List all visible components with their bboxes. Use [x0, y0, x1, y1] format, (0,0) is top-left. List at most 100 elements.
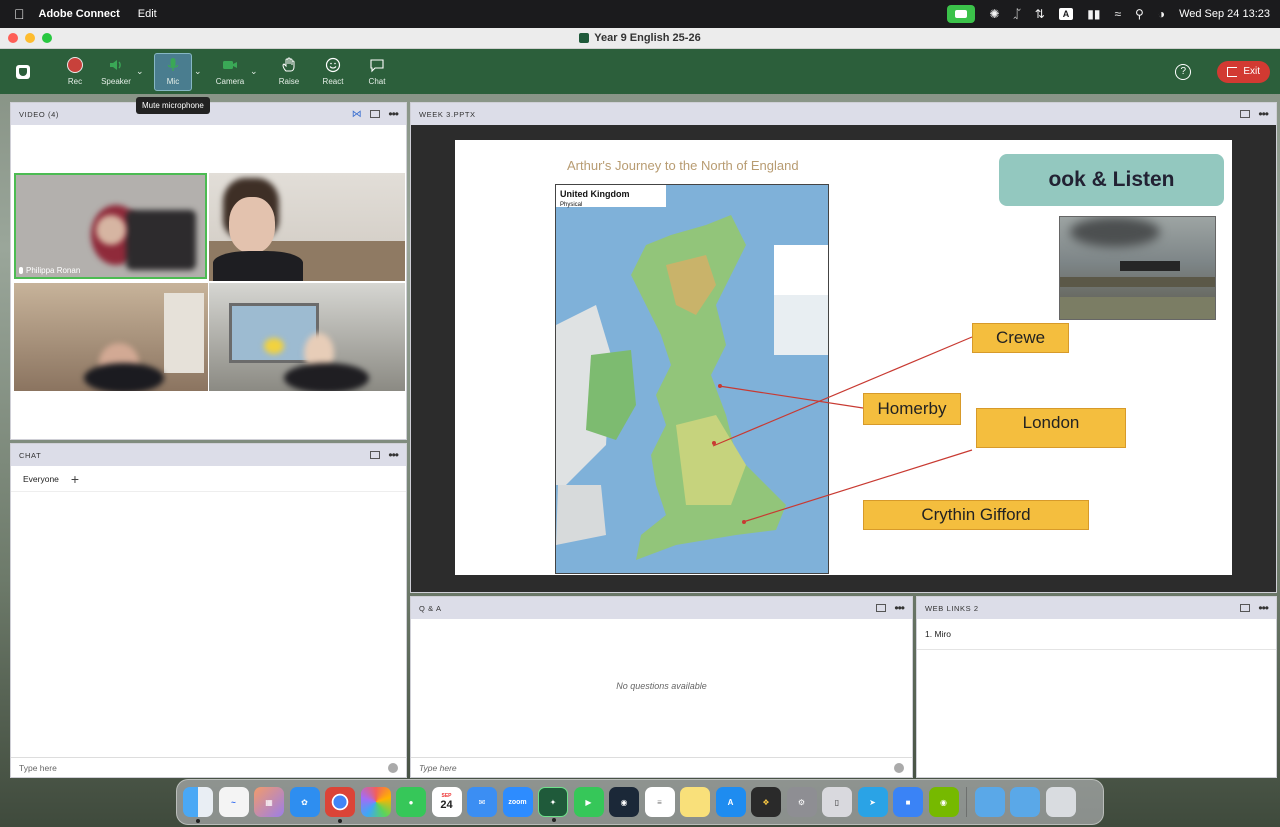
more-options-icon[interactable]: •••: [388, 108, 399, 120]
messages-icon[interactable]: ●: [396, 787, 426, 817]
place-label-homerby: Homerby: [863, 393, 961, 425]
telegram-icon[interactable]: ➤: [857, 787, 888, 817]
exit-button[interactable]: Exit: [1217, 60, 1270, 83]
menu-item-edit[interactable]: Edit: [138, 8, 157, 20]
more-options-icon[interactable]: •••: [1258, 602, 1269, 614]
notes-icon[interactable]: [680, 787, 710, 817]
share-pod-header: WEEK 3.PPTX •••: [411, 103, 1276, 125]
reminders-icon[interactable]: ≡: [644, 787, 675, 817]
mic-button[interactable]: Mic: [154, 52, 192, 91]
chat-pod-header: CHAT •••: [11, 444, 406, 466]
video-tile[interactable]: [14, 283, 208, 391]
add-chat-tab-button[interactable]: +: [71, 471, 79, 487]
chrome-icon[interactable]: [325, 787, 355, 823]
trash-icon[interactable]: [1045, 787, 1076, 817]
chat-pod: CHAT ••• Everyone + Type here: [10, 443, 407, 778]
more-options-icon[interactable]: •••: [894, 602, 905, 614]
qa-pod: Q & A ••• No questions available Type he…: [410, 596, 913, 778]
battery-icon[interactable]: ▮▮: [1087, 7, 1100, 21]
dock-separator: [966, 787, 967, 817]
video-tile[interactable]: [209, 283, 405, 391]
question-input[interactable]: Type here: [411, 757, 912, 777]
launchpad-icon[interactable]: ▦: [254, 787, 284, 817]
mail-icon[interactable]: ✉: [467, 787, 497, 817]
meeting-toolbar: Rec Speaker ⌄ Mic ⌄ Camera ⌄ Raise React…: [0, 49, 1280, 94]
camera-options-chevron-icon[interactable]: ⌄: [250, 66, 262, 77]
iphone-mirroring-icon[interactable]: ▯: [822, 787, 852, 817]
react-button[interactable]: React: [312, 53, 354, 91]
menu-bar-clock[interactable]: Wed Sep 24 13:23: [1179, 8, 1270, 20]
app-menu-name[interactable]: Adobe Connect: [39, 8, 120, 20]
game-center-icon[interactable]: ❖: [751, 787, 781, 817]
chat-tabs: Everyone +: [11, 466, 406, 492]
app-store-icon[interactable]: A: [715, 787, 746, 817]
camera-button[interactable]: Camera: [212, 53, 248, 91]
fullscreen-icon[interactable]: [876, 604, 887, 612]
freeform-icon[interactable]: ~: [218, 787, 249, 817]
finder-icon[interactable]: [183, 787, 213, 823]
question-input-placeholder: Type here: [419, 762, 457, 773]
wifi-icon[interactable]: ≈: [1114, 7, 1121, 21]
spotlight-search-icon[interactable]: ⚲: [1135, 7, 1144, 21]
speaker-options-chevron-icon[interactable]: ⌄: [136, 66, 148, 77]
video-layout-icon[interactable]: ⋈: [352, 109, 363, 120]
roblox-icon[interactable]: ■: [893, 787, 923, 817]
input-source-icon[interactable]: A: [1058, 8, 1074, 20]
menu-bar:  Adobe Connect Edit ✺ ᛢ ⇅ A ▮▮ ≈ ⚲ ◑ We…: [0, 0, 1280, 28]
zoom-icon[interactable]: zoom: [502, 787, 533, 817]
control-center-icon[interactable]: ◑: [1158, 7, 1165, 21]
web-link-item[interactable]: 1. Miro: [917, 619, 1276, 650]
window-title-bar: Year 9 English 25-26: [0, 28, 1280, 49]
airdrop-icon[interactable]: ✺: [989, 7, 999, 21]
chat-tab-everyone[interactable]: Everyone: [23, 474, 59, 484]
fullscreen-icon[interactable]: [1240, 604, 1251, 612]
dock: ~ ▦ ✿ ● SEP 24 ✉ zoom ✦ ▶ ◉ ≡ A ❖ ⚙ ▯ ➤ …: [176, 779, 1104, 825]
record-button[interactable]: Rec: [54, 53, 96, 91]
mic-options-chevron-icon[interactable]: ⌄: [194, 66, 206, 77]
more-options-icon[interactable]: •••: [1258, 108, 1269, 120]
apple-icon[interactable]: : [14, 6, 25, 22]
speaking-mic-icon: [19, 267, 23, 274]
raise-hand-button[interactable]: Raise: [268, 53, 310, 91]
geforce-now-icon[interactable]: ◉: [928, 787, 959, 817]
facetime-icon[interactable]: ▶: [573, 787, 604, 817]
chat-button[interactable]: Chat: [356, 53, 398, 91]
fullscreen-icon[interactable]: [370, 110, 381, 118]
safari-icon[interactable]: ✿: [289, 787, 320, 817]
weblinks-pod-title: WEB LINKS 2: [925, 603, 979, 613]
camera-in-use-icon[interactable]: [947, 5, 976, 23]
speaker-label: Speaker: [101, 77, 131, 86]
send-icon[interactable]: [894, 762, 904, 773]
zoom-label: zoom: [508, 798, 527, 806]
exit-label: Exit: [1243, 66, 1260, 77]
system-settings-icon[interactable]: ⚙: [786, 787, 817, 817]
smiley-icon: [325, 57, 341, 73]
fullscreen-icon[interactable]: [370, 451, 381, 459]
photos-icon[interactable]: [360, 787, 391, 817]
place-label-crythin-gifford: Crythin Gifford: [863, 500, 1089, 530]
applications-folder-icon[interactable]: [974, 787, 1005, 817]
fullscreen-icon[interactable]: [1240, 110, 1251, 118]
help-icon[interactable]: ?: [1175, 63, 1192, 80]
downloads-folder-icon[interactable]: [1010, 787, 1040, 817]
window-title-text: Year 9 English 25-26: [594, 32, 701, 44]
menu-bar-status-area: ✺ ᛢ ⇅ A ▮▮ ≈ ⚲ ◑ Wed Sep 24 13:23: [947, 5, 1270, 23]
presentation-area: Arthur's Journey to the North of England…: [412, 125, 1275, 590]
speaker-button[interactable]: Speaker: [98, 53, 134, 91]
raise-label: Raise: [278, 77, 300, 86]
video-tile[interactable]: [209, 173, 405, 281]
video-tile-active-speaker[interactable]: Philippa Ronan: [14, 173, 207, 279]
participant-name-tag: Philippa Ronan: [19, 266, 80, 275]
steam-icon[interactable]: ◉: [609, 787, 639, 817]
bluetooth-icon[interactable]: ᛢ: [1013, 7, 1020, 21]
adobe-connect-dock-icon[interactable]: ✦: [538, 787, 568, 822]
network-icon[interactable]: ⇅: [1035, 7, 1045, 21]
qa-pod-title: Q & A: [419, 603, 442, 613]
exit-icon: [1227, 66, 1238, 77]
more-options-icon[interactable]: •••: [388, 449, 399, 461]
calendar-icon[interactable]: SEP 24: [431, 787, 462, 817]
chat-label: Chat: [368, 77, 386, 86]
adobe-connect-logo-icon[interactable]: [16, 64, 30, 79]
chat-input[interactable]: Type here: [11, 757, 406, 777]
send-icon[interactable]: [388, 762, 398, 773]
